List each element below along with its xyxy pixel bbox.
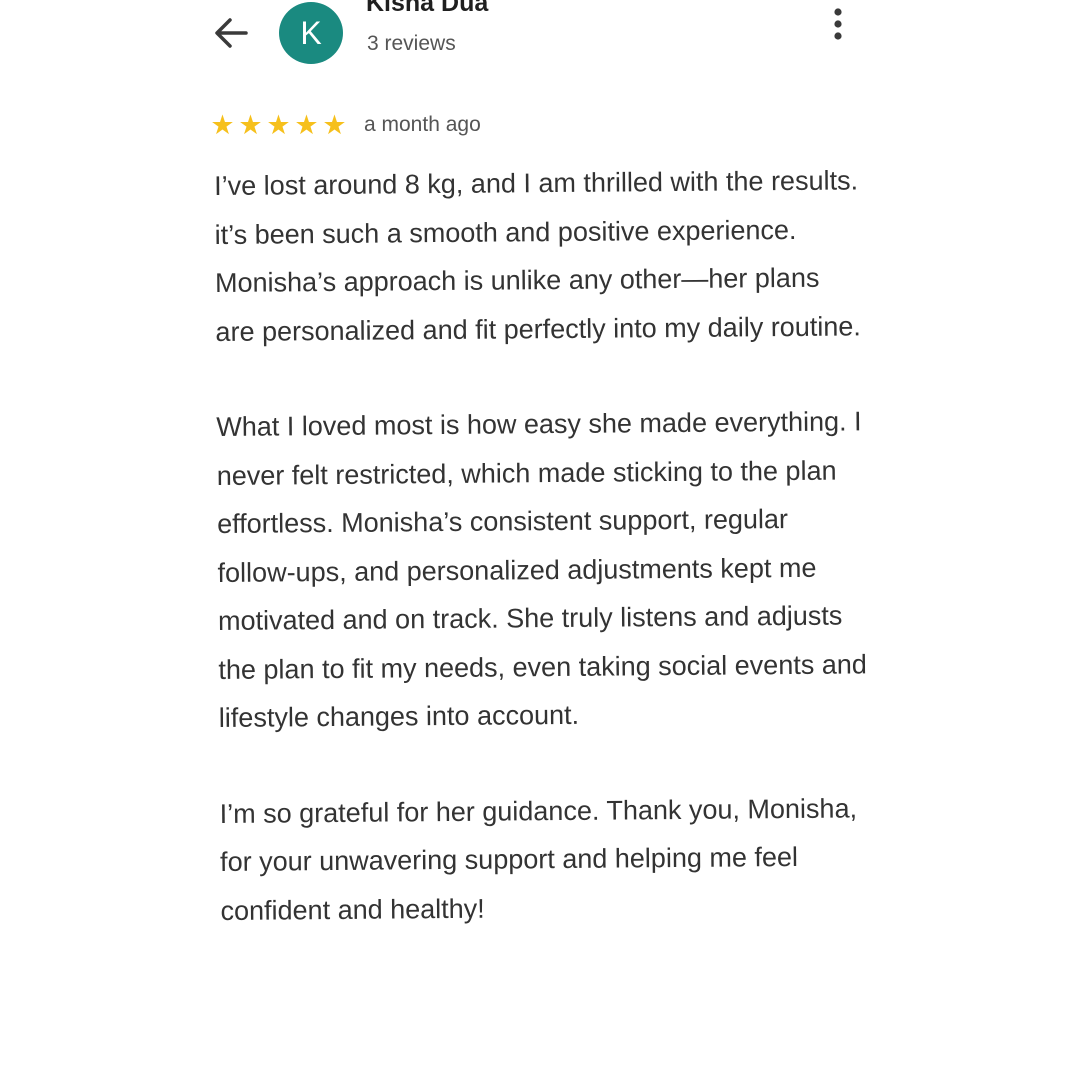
avatar-initial: K [300, 14, 322, 51]
star-icon: ★ [238, 109, 263, 140]
review-paragraph: I’ve lost around 8 kg, and I am thrilled… [214, 165, 861, 347]
back-button[interactable] [210, 12, 254, 56]
star-icon: ★ [266, 109, 291, 140]
review-date: a month ago [364, 113, 481, 136]
review-paragraph: What I loved most is how easy she made e… [216, 406, 867, 733]
review-count: 3 reviews [367, 32, 456, 55]
reviewer-name[interactable]: Kisha Dua [366, 0, 488, 18]
star-icon: ★ [210, 109, 235, 140]
arrow-left-icon [215, 18, 248, 48]
review-header: K Kisha Dua 3 reviews [0, 0, 1080, 80]
avatar[interactable]: K [279, 2, 343, 64]
star-icon: ★ [322, 109, 347, 140]
star-rating: ★ ★ ★ ★ ★ [209, 109, 348, 140]
review-paragraph: I’m so grateful for her guidance. Thank … [219, 792, 858, 926]
rating-row: ★ ★ ★ ★ ★ a month ago [209, 108, 481, 142]
more-options-button[interactable] [826, 4, 850, 44]
star-icon: ★ [294, 109, 319, 140]
review-text: I’ve lost around 8 kg, and I am thrilled… [214, 156, 871, 982]
more-vertical-icon [834, 8, 842, 40]
